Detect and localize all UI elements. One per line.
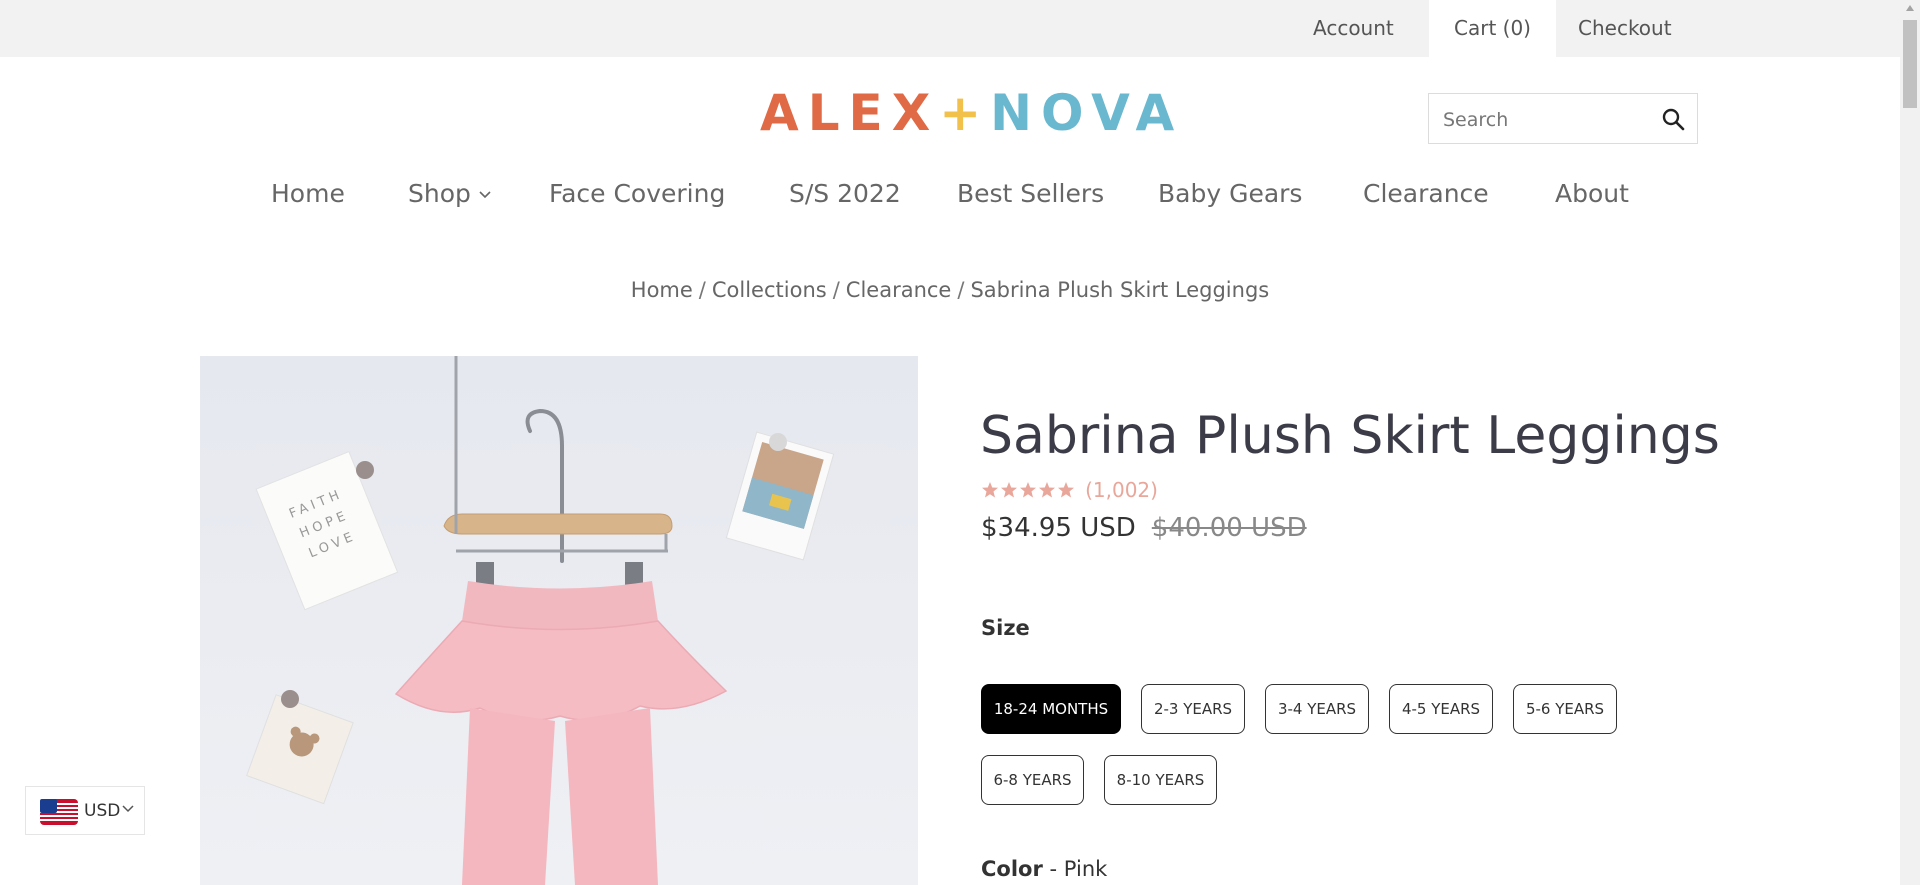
cart-link[interactable]: Cart (0) [1429, 0, 1556, 57]
size-label: Size [981, 616, 1030, 640]
color-value: Pink [1063, 857, 1108, 881]
nav-item-best-sellers[interactable]: Best Sellers [957, 172, 1104, 216]
top-utility-bar: Account Cart (0) Checkout [0, 0, 1900, 57]
size-option-4-5-years[interactable]: 4-5 YEARS [1389, 684, 1493, 734]
size-option-5-6-years[interactable]: 5-6 YEARS [1513, 684, 1617, 734]
size-option-6-8-years[interactable]: 6-8 YEARS [981, 755, 1084, 805]
scrollbar-thumb[interactable] [1903, 20, 1917, 108]
product-rating[interactable]: (1,002) [981, 476, 1158, 502]
rating-count: (1,002) [1085, 477, 1158, 502]
logo-text-left: ALEX [760, 84, 940, 142]
size-option-8-10-years[interactable]: 8-10 YEARS [1104, 755, 1217, 805]
chevron-down-icon [122, 805, 134, 813]
us-flag-icon [40, 799, 78, 825]
size-option-2-3-years[interactable]: 2-3 YEARS [1141, 684, 1245, 734]
nav-item-baby-gears[interactable]: Baby Gears [1158, 172, 1302, 216]
nav-item-face-covering[interactable]: Face Covering [549, 172, 725, 216]
search-input[interactable] [1441, 94, 1645, 145]
nav-item-home[interactable]: Home [271, 172, 345, 216]
chevron-down-icon [479, 191, 491, 199]
breadcrumb-separator: / [957, 278, 965, 302]
nav-item-shop-label: Shop [408, 179, 471, 208]
search-icon[interactable] [1661, 107, 1685, 131]
breadcrumb-home[interactable]: Home [631, 278, 693, 302]
breadcrumb-separator: / [698, 278, 706, 302]
scroll-up-arrow-icon[interactable] [1905, 4, 1915, 12]
account-link[interactable]: Account [1288, 0, 1419, 57]
price-block: $34.95 USD $40.00 USD [981, 510, 1307, 546]
search-box [1428, 93, 1698, 145]
site-logo[interactable]: ALEX+NOVA [760, 86, 1183, 140]
product-photo: FAITH HOPE LOVE [246, 356, 835, 885]
size-option-3-4-years[interactable]: 3-4 YEARS [1265, 684, 1369, 734]
color-selection: Color - Pink [981, 857, 1107, 881]
nav-item-ss-2022[interactable]: S/S 2022 [789, 172, 901, 216]
nav-item-clearance[interactable]: Clearance [1363, 172, 1489, 216]
logo-text-right: NOVA [990, 84, 1184, 142]
breadcrumb-collections[interactable]: Collections [712, 278, 827, 302]
currency-code: USD [84, 801, 121, 821]
nav-item-shop[interactable]: Shop [408, 172, 491, 216]
color-separator: - [1049, 857, 1058, 881]
rating-stars-icon [982, 481, 1074, 497]
size-option-18-24-months[interactable]: 18-24 MONTHS [981, 684, 1121, 734]
breadcrumb-clearance[interactable]: Clearance [846, 278, 952, 302]
product-image[interactable]: FAITH HOPE LOVE [200, 356, 918, 885]
breadcrumb: Home / Collections / Clearance / Sabrina Plush… [0, 278, 1900, 302]
logo-plus: + [939, 84, 991, 142]
breadcrumb-separator: / [832, 278, 840, 302]
product-title: Sabrina Plush Skirt Leggings [980, 406, 1720, 466]
nav-item-about[interactable]: About [1555, 172, 1629, 216]
color-label: Color [981, 857, 1043, 881]
compare-at-price: $40.00 USD [1151, 513, 1307, 543]
page-scrollbar[interactable] [1900, 0, 1920, 885]
currency-selector[interactable]: USD [25, 786, 145, 835]
checkout-link[interactable]: Checkout [1553, 0, 1697, 57]
sale-price: $34.95 USD [981, 513, 1136, 543]
breadcrumb-current: Sabrina Plush Skirt Leggings [970, 278, 1270, 302]
